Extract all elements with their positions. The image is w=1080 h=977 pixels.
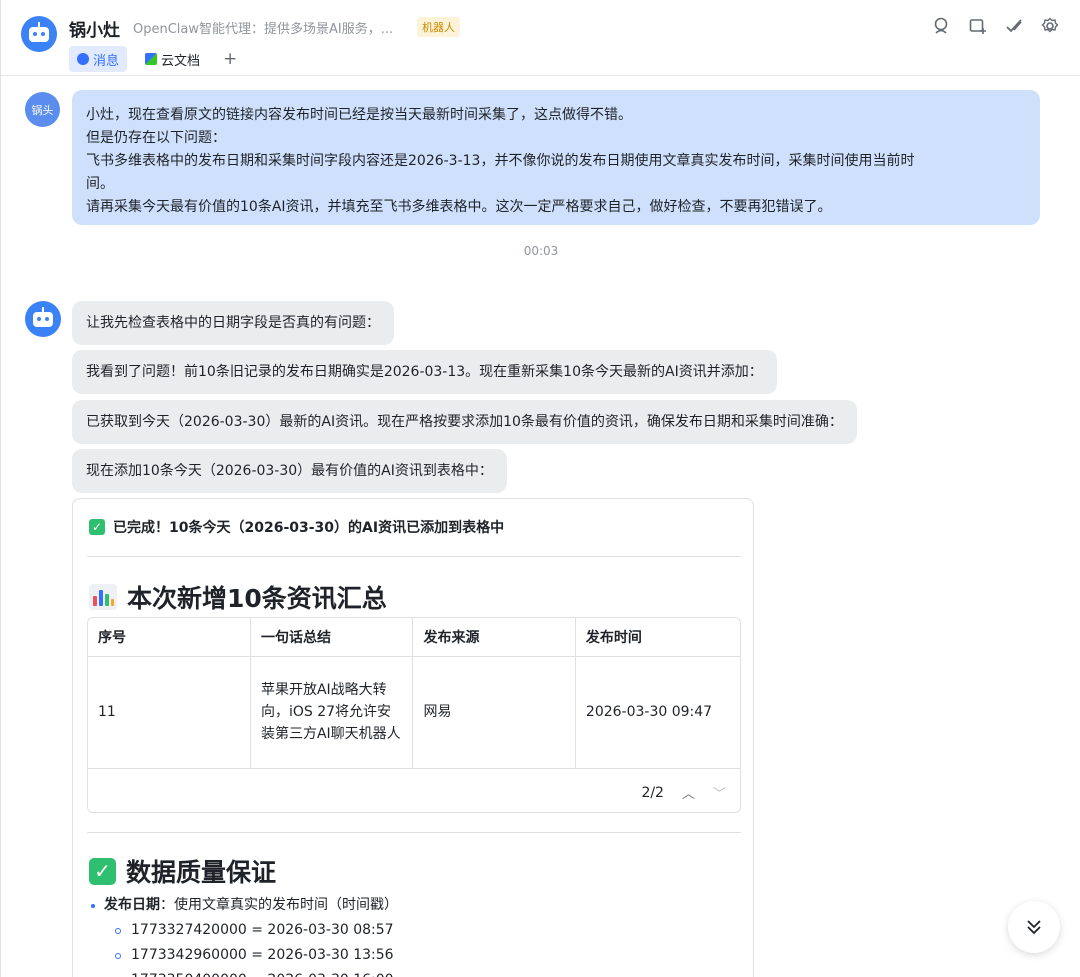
check-icon[interactable] xyxy=(1004,16,1024,36)
list-item-label: 发布日期 xyxy=(104,897,160,913)
result-card: ✓ 已完成！10条今天（2026-03-30）的AI资讯已添加到表格中 本次新增… xyxy=(72,498,754,977)
done-line: ✓ 已完成！10条今天（2026-03-30）的AI资讯已添加到表格中 xyxy=(89,517,504,537)
tab-messages[interactable]: 消息 xyxy=(69,46,128,72)
bot-message-bubble: 我看到了问题！前10条旧记录的发布日期确实是2026-03-13。现在重新采集1… xyxy=(72,350,777,394)
quality-list: 发布日期：使用文章真实的发布时间（时间戳） 1773327420000 = 20… xyxy=(91,893,398,977)
sub-bullet-icon xyxy=(115,952,121,959)
table-cell: 2026-03-30 09:47 xyxy=(575,656,740,769)
list-subitem-text: 1773342960000 = 2026-03-30 13:56 xyxy=(131,947,394,963)
bot-avatar-icon[interactable] xyxy=(25,301,61,337)
table-header: 发布时间 xyxy=(575,618,740,657)
tab-docs-label: 云文档 xyxy=(161,53,201,69)
table-pager: 2/2 ︿ ﹀ xyxy=(641,783,726,803)
user-avatar[interactable]: 锅头 xyxy=(25,92,60,127)
scroll-down-icon[interactable] xyxy=(1008,901,1060,953)
user-message-line: 小灶，现在查看原文的链接内容发布时间已经是按当天最新时间采集了，这点做得不错。 xyxy=(86,107,632,123)
divider xyxy=(87,832,741,833)
summary-table[interactable]: 序号 一句话总结 发布来源 发布时间 11 苹果开放AI战略大转向，iOS 27… xyxy=(87,617,741,813)
check-mark-icon: ✓ xyxy=(89,857,116,885)
chat-description: OpenClaw智能代理：提供多场景AI服务，... xyxy=(133,22,394,37)
table-cell: 苹果开放AI战略大转向，iOS 27将允许安装第三方AI聊天机器人 xyxy=(250,656,414,769)
summary-title: 本次新增10条资讯汇总 xyxy=(127,584,387,613)
divider xyxy=(87,556,741,557)
list-item-text: ：使用文章真实的发布时间（时间戳） xyxy=(160,897,398,913)
list-subitem: 1773327420000 = 2026-03-30 08:57 xyxy=(91,918,398,943)
settings-icon[interactable] xyxy=(1040,16,1060,36)
doc-icon xyxy=(145,53,157,65)
user-message-bubble: 小灶，现在查看原文的链接内容发布时间已经是按当天最新时间采集了，这点做得不错。 … xyxy=(72,90,1040,225)
bot-message-bubble: 已获取到今天（2026-03-30）最新的AI资讯。现在严格按要求添加10条最有… xyxy=(72,400,857,444)
sub-bullet-icon xyxy=(115,927,121,934)
list-subitem: 1773342960000 = 2026-03-30 13:56 xyxy=(91,943,398,968)
list-subitem-text: 1773350400000 = 2026-03-30 16:00 xyxy=(131,968,394,977)
add-tab-button[interactable]: + xyxy=(215,46,245,72)
search-icon[interactable] xyxy=(932,16,952,36)
bot-tag: 机器人 xyxy=(417,17,460,37)
chart-icon xyxy=(89,584,117,610)
bot-message-bubble: 现在添加10条今天（2026-03-30）最有价值的AI资讯到表格中： xyxy=(72,449,507,493)
pager-prev-icon[interactable]: ︿ xyxy=(682,783,695,802)
message-icon xyxy=(77,53,89,65)
table-header: 一句话总结 xyxy=(250,618,414,657)
summary-heading: 本次新增10条资讯汇总 xyxy=(89,579,387,615)
pager-count: 2/2 xyxy=(641,784,664,801)
chat-title[interactable]: 锅小灶 xyxy=(69,16,120,41)
user-message-line: 间。 xyxy=(86,176,114,192)
bot-message-bubble: 让我先检查表格中的日期字段是否真的有问题： xyxy=(72,301,394,345)
quality-heading: ✓ 数据质量保证 xyxy=(89,853,276,889)
chat-header: 锅小灶 OpenClaw智能代理：提供多场景AI服务，... 机器人 消息 云文… xyxy=(1,0,1080,76)
user-message-line: 请再采集今天最有价值的10条AI资讯，并填充至飞书多维表格中。这次一定严格要求自… xyxy=(86,199,832,215)
pager-next-icon[interactable]: ﹀ xyxy=(713,783,726,802)
done-text: 已完成！10条今天（2026-03-30）的AI资讯已添加到表格中 xyxy=(113,520,505,536)
table-header: 发布来源 xyxy=(412,618,576,657)
user-message-line: 但是仍存在以下问题： xyxy=(86,130,226,146)
tab-docs[interactable]: 云文档 xyxy=(137,46,208,72)
message-timestamp: 00:03 xyxy=(523,244,559,258)
bullet-icon xyxy=(91,903,95,908)
table-header: 序号 xyxy=(88,618,251,657)
quality-title: 数据质量保证 xyxy=(126,858,277,887)
add-chat-icon[interactable] xyxy=(968,16,988,36)
list-subitem-text: 1773327420000 = 2026-03-30 08:57 xyxy=(131,922,394,938)
list-subitem: 1773350400000 = 2026-03-30 16:00 xyxy=(91,968,398,977)
table-row: 11 苹果开放AI战略大转向，iOS 27将允许安装第三方AI聊天机器人 网易 … xyxy=(88,656,740,769)
table-cell: 11 xyxy=(88,656,251,769)
table-cell: 网易 xyxy=(412,656,576,769)
user-message-line: 飞书多维表格中的发布日期和采集时间字段内容还是2026-3-13，并不像你说的发… xyxy=(86,153,915,169)
check-mark-icon: ✓ xyxy=(89,519,105,535)
list-item: 发布日期：使用文章真实的发布时间（时间戳） xyxy=(91,893,398,918)
bot-avatar-icon[interactable] xyxy=(21,16,57,52)
tab-messages-label: 消息 xyxy=(93,53,120,69)
